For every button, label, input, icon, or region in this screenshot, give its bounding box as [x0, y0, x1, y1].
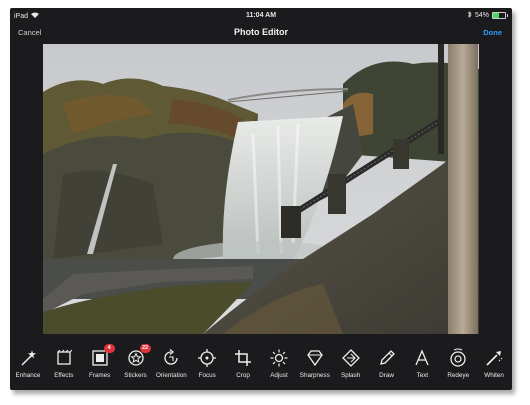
tool-label: Text [416, 372, 429, 379]
splash-icon [341, 348, 361, 368]
ipad-screen: iPad 11:04 AM 54% Cancel Photo Editor Do… [10, 8, 512, 390]
rotate-icon [161, 348, 181, 368]
diamond-icon [305, 348, 325, 368]
tool-splash-button[interactable]: Splash [333, 343, 369, 387]
tool-label: Whiten [484, 372, 504, 379]
tool-bar: Enhance Effects 4 Frames 22 Stickers Orientati… [10, 343, 512, 387]
done-button[interactable]: Done [483, 28, 502, 37]
sun-icon [269, 348, 289, 368]
sticker-icon: 22 [126, 344, 151, 368]
tool-orientation-button[interactable]: Orientation [153, 343, 189, 387]
tool-label: Sharpness [299, 372, 330, 379]
tool-crop-button[interactable]: Crop [225, 343, 261, 387]
tool-enhance-button[interactable]: Enhance [10, 343, 46, 387]
crop-icon [233, 348, 253, 368]
tool-adjust-button[interactable]: Adjust [261, 343, 297, 387]
tool-label: Crop [236, 372, 250, 379]
tool-label: Effects [54, 372, 74, 379]
tool-sharpness-button[interactable]: Sharpness [297, 343, 333, 387]
count-badge: 4 [103, 344, 115, 353]
magic-wand-icon [18, 348, 38, 368]
tool-label: Redeye [447, 372, 470, 379]
pencil-icon [377, 348, 397, 368]
battery-percent: 54% [474, 12, 489, 19]
tool-focus-button[interactable]: Focus [189, 343, 225, 387]
status-time: 11:04 AM [245, 12, 277, 19]
tool-label: Enhance [15, 372, 41, 379]
page-title: Photo Editor [234, 27, 288, 37]
battery-icon [492, 12, 508, 19]
whiten-icon [484, 348, 504, 368]
tool-label: Splash [341, 372, 361, 379]
focus-icon [197, 348, 217, 368]
count-badge: 22 [139, 344, 151, 353]
photo-canvas[interactable] [43, 44, 479, 334]
tool-label: Draw [379, 372, 394, 379]
frame-icon: 4 [90, 344, 115, 368]
status-bar: iPad 11:04 AM 54% [10, 8, 512, 24]
effects-icon [54, 348, 74, 368]
text-icon [412, 348, 432, 368]
navigation-bar: Cancel Photo Editor Done [10, 24, 512, 44]
tool-whiten-button[interactable]: Whiten [476, 343, 512, 387]
tool-frames-button[interactable]: 4 Frames [82, 343, 118, 387]
tool-stickers-button[interactable]: 22 Stickers [118, 343, 154, 387]
tool-draw-button[interactable]: Draw [369, 343, 405, 387]
tool-label: Frames [88, 372, 111, 379]
tool-label: Focus [198, 372, 216, 379]
eye-icon [448, 348, 468, 368]
tool-redeye-button[interactable]: Redeye [440, 343, 476, 387]
tool-effects-button[interactable]: Effects [46, 343, 82, 387]
bluetooth-icon [467, 11, 472, 20]
tool-label: Stickers [124, 372, 147, 379]
tool-label: Adjust [270, 372, 288, 379]
tool-text-button[interactable]: Text [404, 343, 440, 387]
tool-label: Orientation [155, 372, 187, 379]
